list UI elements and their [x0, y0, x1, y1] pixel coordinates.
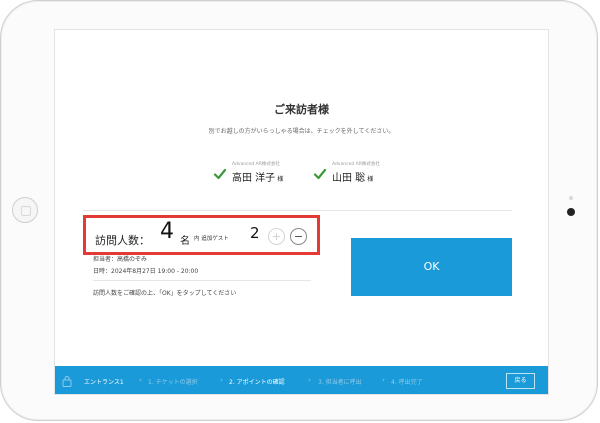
- visitor-count-panel: 訪問人数： 4 名 内 追加ゲスト 2 + −: [83, 215, 320, 255]
- divider: [93, 280, 311, 281]
- breadcrumb-step-2: 2. アポイントの確認: [229, 379, 285, 386]
- chevron-right-icon: ›: [139, 376, 142, 384]
- increment-button[interactable]: +: [268, 228, 285, 245]
- breadcrumb-step-3: 3. 担当者に呼出: [318, 379, 362, 386]
- page-subtitle: 別でお越しの方がいらっしゃる場合は、チェックを外してください。: [208, 128, 395, 135]
- visitor-count-unit: 名: [180, 236, 190, 247]
- instruction-text: 訪問人数をご確認の上、「OK」をタップしてください: [93, 290, 237, 297]
- chevron-right-icon: ›: [220, 376, 223, 384]
- breadcrumb-step-1: 1. チケットの選択: [148, 379, 198, 386]
- breadcrumb-entrance: エントランス1: [84, 379, 124, 386]
- guest-company: Advanced AR株式会社: [232, 162, 280, 167]
- checkmark-icon[interactable]: [213, 167, 227, 181]
- lock-icon[interactable]: [62, 375, 72, 387]
- staff-info: 担当者：高橋のぞみ: [93, 256, 148, 263]
- chevron-right-icon: ›: [382, 376, 385, 384]
- visitor-count-value: 4: [160, 219, 174, 244]
- front-camera: [567, 208, 575, 216]
- ok-button[interactable]: OK: [351, 238, 512, 296]
- guest-company: Advanced AR株式会社: [332, 162, 380, 167]
- page-title: ご来訪者様: [274, 103, 329, 116]
- bottom-navigation-bar: エントランス1 › 1. チケットの選択 › 2. アポイントの確認 › 3. …: [55, 366, 548, 394]
- screen: ご来訪者様 別でお越しの方がいらっしゃる場合は、チェックを外してください。 Ad…: [54, 29, 549, 395]
- guest-name: 高田 洋子様: [232, 173, 284, 184]
- breadcrumb-step-4: 4. 呼出完了: [391, 379, 423, 386]
- additional-guest-count: 2: [250, 224, 260, 242]
- checkmark-icon[interactable]: [313, 167, 327, 181]
- home-button[interactable]: [12, 197, 38, 223]
- chevron-right-icon: ›: [308, 376, 311, 384]
- divider: [83, 210, 512, 211]
- appointment-datetime: 日時：2024年8月27日 19:00 - 20:00: [93, 268, 199, 275]
- decrement-button[interactable]: −: [290, 228, 307, 245]
- back-button[interactable]: 戻る: [506, 373, 535, 389]
- visitor-count-label: 訪問人数：: [95, 234, 150, 247]
- additional-guest-label: 内 追加ゲスト: [194, 236, 229, 242]
- tablet-frame: ご来訪者様 別でお越しの方がいらっしゃる場合は、チェックを外してください。 Ad…: [0, 0, 598, 421]
- front-sensor: [569, 196, 573, 200]
- guest-name: 山田 聡様: [332, 173, 374, 184]
